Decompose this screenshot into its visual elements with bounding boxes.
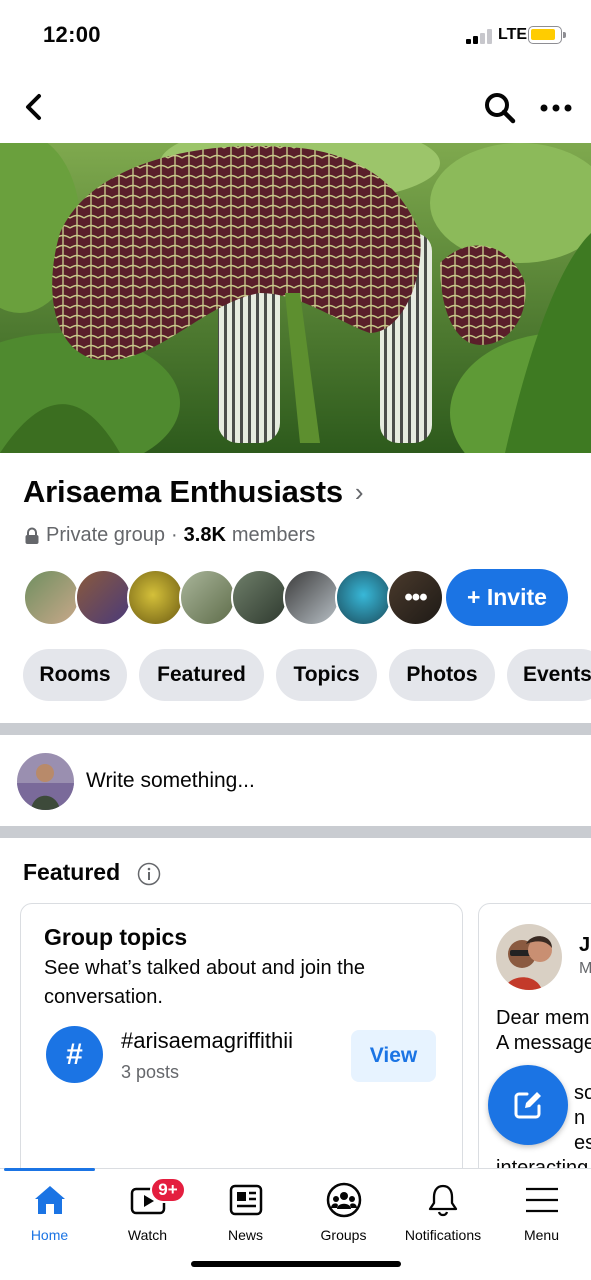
featured-heading: Featured xyxy=(23,859,121,885)
topic-name[interactable]: #arisaemagriffithii xyxy=(121,1028,293,1054)
group-name[interactable]: Arisaema Enthusiasts › xyxy=(23,474,364,510)
chip-photos[interactable]: Photos xyxy=(389,649,495,701)
member-count[interactable]: 3.8K xyxy=(184,524,226,547)
home-icon xyxy=(34,1186,65,1214)
member-avatar[interactable] xyxy=(23,569,80,626)
post-line: A message xyxy=(496,1032,591,1054)
post-line: Dear mem xyxy=(496,1007,590,1029)
member-avatar[interactable] xyxy=(283,569,340,626)
featured-post-card[interactable]: J M Dear mem A message son n m es i inte… xyxy=(478,903,591,1193)
tab-groups[interactable]: Groups xyxy=(298,1169,389,1249)
home-indicator xyxy=(191,1261,401,1267)
group-name-text: Arisaema Enthusiasts xyxy=(23,474,343,509)
member-avatar[interactable] xyxy=(75,569,132,626)
invite-button[interactable]: + Invite xyxy=(446,569,568,626)
watch-badge: 9+ xyxy=(150,1177,186,1203)
news-icon xyxy=(229,1184,262,1216)
meta-separator: · xyxy=(170,524,178,546)
view-topic-button[interactable]: View xyxy=(351,1030,436,1082)
hash-icon: # xyxy=(46,1026,103,1083)
tab-news[interactable]: News xyxy=(200,1169,291,1249)
chevron-right-icon: › xyxy=(354,476,364,507)
tab-notifications[interactable]: Notifications xyxy=(396,1169,490,1249)
members-label[interactable]: members xyxy=(232,524,315,547)
network-label: LTE xyxy=(498,26,528,43)
member-avatar[interactable] xyxy=(127,569,184,626)
signal-icon xyxy=(466,29,494,44)
tab-menu[interactable]: Menu xyxy=(496,1169,587,1249)
user-avatar[interactable] xyxy=(17,753,74,810)
bell-icon xyxy=(428,1184,458,1217)
card-title: Group topics xyxy=(44,924,188,950)
member-avatar[interactable] xyxy=(335,569,392,626)
back-icon xyxy=(26,94,41,120)
tab-label: Home xyxy=(30,1227,69,1243)
more-members-avatar[interactable]: ••• xyxy=(387,569,444,626)
search-icon xyxy=(485,93,516,124)
composer[interactable]: Write something... xyxy=(0,736,591,826)
nav-bar xyxy=(0,74,591,138)
member-avatar[interactable] xyxy=(231,569,288,626)
battery-icon xyxy=(528,26,566,44)
tab-label: Notifications xyxy=(404,1227,482,1243)
post-author-sub: M xyxy=(579,960,591,977)
member-avatar[interactable] xyxy=(179,569,236,626)
section-divider xyxy=(0,723,591,735)
chip-topics[interactable]: Topics xyxy=(276,649,377,701)
compose-post-button[interactable] xyxy=(488,1065,568,1145)
chip-events[interactable]: Events xyxy=(507,649,591,701)
search-button[interactable] xyxy=(482,90,518,126)
compose-icon xyxy=(514,1092,541,1119)
status-time: 12:00 xyxy=(43,22,101,47)
groups-icon xyxy=(326,1182,361,1218)
group-meta: Private group · 3.8K members xyxy=(24,524,315,547)
group-topics-card[interactable]: Group topics See what’s talked about and… xyxy=(20,903,463,1193)
cover-photo[interactable] xyxy=(0,143,591,453)
write-something-input[interactable]: Write something... xyxy=(86,769,255,793)
chip-rooms[interactable]: Rooms xyxy=(23,649,127,701)
menu-icon xyxy=(525,1187,558,1213)
topic-post-count: 3 posts xyxy=(121,1062,180,1082)
back-button[interactable] xyxy=(20,90,50,124)
tab-label: Groups xyxy=(320,1227,367,1243)
status-bar: 12:00 LTE xyxy=(0,0,591,70)
tab-label: News xyxy=(227,1227,263,1243)
tab-watch[interactable]: Watch 9+ xyxy=(102,1169,193,1249)
cover-image xyxy=(0,143,591,453)
tab-label: Watch xyxy=(127,1227,168,1243)
chip-featured[interactable]: Featured xyxy=(139,649,264,701)
tab-home[interactable]: Home xyxy=(4,1169,95,1249)
card-description: See what’s talked about and join the con… xyxy=(44,957,365,1008)
post-author-avatar[interactable] xyxy=(496,924,562,990)
section-divider xyxy=(0,826,591,838)
lock-icon xyxy=(25,527,39,544)
info-icon[interactable] xyxy=(137,862,161,886)
more-members-glyph: ••• xyxy=(404,583,427,611)
tab-label: Menu xyxy=(523,1227,560,1243)
more-options-button[interactable] xyxy=(538,90,574,126)
privacy-label: Private group xyxy=(46,524,165,546)
more-icon xyxy=(540,104,572,112)
post-author-name[interactable]: J xyxy=(579,934,590,957)
